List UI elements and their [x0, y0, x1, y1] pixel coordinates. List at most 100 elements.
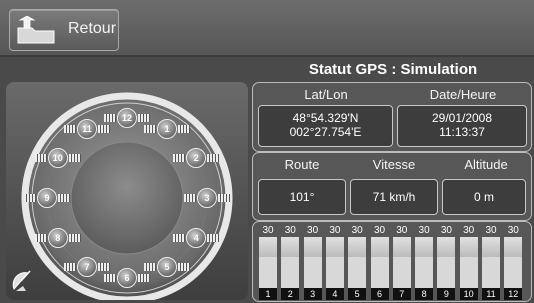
satellite-marker: 8 [47, 228, 68, 248]
signal-bar-cap [303, 237, 322, 257]
satellite-panel-icon [34, 154, 47, 162]
satellite-marker: 12 [117, 108, 137, 128]
signal-bar-fill [348, 257, 367, 288]
date-value: 29/01/2008 [431, 111, 493, 125]
datetime-label: Date/Heure [429, 87, 497, 102]
signal-value: 30 [440, 225, 452, 236]
signal-bar-fill [392, 257, 411, 288]
satellite-panel-icon [207, 154, 220, 162]
satellite-panel-icon [184, 194, 196, 202]
signal-value: 30 [463, 225, 475, 236]
satellite-panel-icon [207, 234, 220, 242]
signal-value: 30 [373, 225, 386, 236]
signal-bar-label: 10 [459, 288, 478, 300]
longitude-value: 002°27.754'E [289, 125, 362, 139]
satellite-panel-icon [104, 114, 116, 122]
satellite-marker: 9 [37, 188, 57, 208]
signal-bar-cap [392, 237, 411, 257]
signal-value: 30 [351, 225, 363, 236]
speed-value: 71 km/h [350, 179, 438, 215]
signal-bar-label: 1 [259, 288, 277, 300]
back-button[interactable]: Retour [9, 9, 119, 51]
signal-bar-label: 7 [392, 288, 411, 300]
latlon-label: Lat/Lon [304, 87, 348, 102]
signal-value: 30 [329, 225, 341, 236]
back-button-label: Retour [68, 20, 117, 37]
signal-bar-fill [459, 257, 478, 288]
signal-value: 30 [507, 225, 519, 236]
altitude-label: Altitude [464, 157, 508, 172]
route-value: 101° [258, 179, 346, 215]
satellite-panel-icon [64, 263, 76, 272]
signal-bar-label: 9 [437, 288, 456, 300]
sky-view-panel: 1 2 3 4 5 6 7 8 9 10 11 12 [6, 82, 248, 300]
route-label: Route [284, 157, 320, 172]
satellite-marker: 3 [197, 188, 217, 208]
datetime-value: 29/01/2008 11:13:37 [397, 105, 527, 147]
signal-bar: 9 [437, 237, 456, 300]
signal-bar-cap [325, 237, 344, 257]
time-value: 11:13:37 [439, 125, 485, 139]
signal-bar: 12 [504, 237, 523, 300]
position-panel: Lat/Lon Date/Heure 48°54.329'N 002°27.75… [252, 82, 532, 152]
signal-bar-label: 2 [281, 288, 300, 300]
signal-bar: 8 [415, 237, 434, 300]
signal-bar-label: 8 [415, 288, 434, 300]
satellite-panel-icon [178, 124, 190, 133]
satellite-panel-icon [138, 114, 150, 122]
satellite-marker: 11 [77, 118, 97, 139]
satellite-panel-icon [24, 194, 36, 202]
signal-bar-cap [259, 237, 277, 257]
signal-bar-fill [482, 257, 500, 288]
motion-panel: Route Vitesse Altitude 101° 71 km/h 0 m [252, 152, 532, 221]
signal-bar-cap [504, 237, 523, 257]
satellite-panel-icon [173, 154, 186, 162]
latitude-value: 48°54.329'N [292, 111, 359, 125]
satellite-panel-icon [68, 234, 81, 242]
signal-value: 30 [396, 225, 408, 236]
signal-bar: 3 [303, 237, 322, 300]
signal-bar-fill [437, 257, 456, 288]
signal-bar-label: 12 [504, 288, 523, 300]
satellite-marker: 1 [157, 118, 177, 139]
signal-panel: 30 1 30 2 30 3 30 4 30 5 30 6 30 7 30 8 30 9 30 10 30 11 30 12 [252, 221, 532, 302]
signal-bar-fill [325, 257, 344, 288]
signal-bar: 11 [482, 237, 500, 300]
satellite-panel-icon [144, 263, 156, 272]
signal-bar-label: 5 [348, 288, 367, 300]
signal-bar-fill [370, 257, 389, 288]
satellite-panel-icon [104, 274, 116, 282]
signal-bar: 6 [370, 237, 389, 300]
signal-bar-fill [281, 257, 300, 288]
satellite-panel-icon [98, 263, 110, 272]
signal-bar-fill [415, 257, 434, 288]
satellite-marker: 6 [117, 268, 137, 288]
signal-value: 30 [262, 225, 274, 236]
signal-value: 30 [284, 225, 296, 236]
signal-bar-cap [281, 237, 300, 257]
folder-up-arrow-icon [17, 16, 55, 44]
satellite-dish-icon [12, 270, 31, 291]
satellite-panel-icon [34, 234, 47, 242]
satellite-panel-icon [58, 194, 70, 202]
signal-bar: 5 [348, 237, 367, 300]
signal-bar-label: 6 [370, 288, 389, 300]
signal-bar: 7 [392, 237, 411, 300]
satellite-panel-icon [173, 234, 186, 242]
altitude-value: 0 m [442, 179, 526, 215]
signal-bar-label: 3 [303, 288, 322, 300]
signal-bar-fill [504, 257, 523, 288]
signal-bar: 10 [459, 237, 478, 300]
signal-bar-fill [259, 257, 277, 288]
signal-bar-cap [459, 237, 478, 257]
satellite-panel-icon [218, 194, 230, 202]
signal-bar-cap [348, 237, 367, 257]
signal-bar: 4 [325, 237, 344, 300]
signal-bar: 2 [281, 237, 300, 300]
satellite-panel-icon [178, 263, 190, 272]
satellite-panel-icon [68, 154, 81, 162]
speed-label: Vitesse [372, 157, 416, 172]
signal-bar-label: 4 [325, 288, 344, 300]
signal-bar-fill [303, 257, 322, 288]
satellite-panel-icon [64, 124, 76, 133]
